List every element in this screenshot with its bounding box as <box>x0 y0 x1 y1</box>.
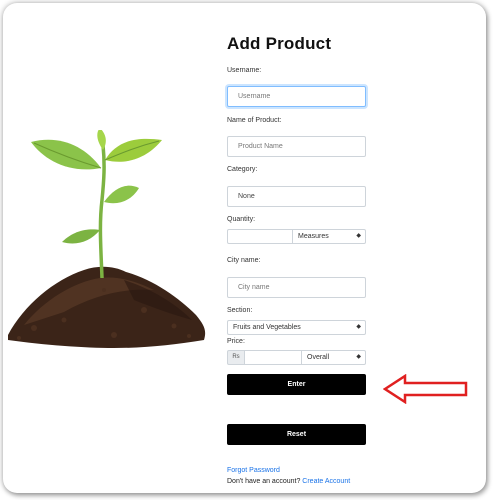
measures-select-value: Measures <box>298 233 329 240</box>
category-input[interactable]: None <box>227 186 366 207</box>
username-input[interactable]: Username <box>227 86 366 107</box>
username-label: Username: <box>227 67 262 74</box>
up-down-caret-icon: ◆ <box>356 354 361 360</box>
measures-select[interactable]: Measures ◆ <box>292 229 366 244</box>
quantity-label: Quantity: <box>227 216 256 223</box>
section-label: Section: <box>227 307 253 314</box>
create-account-link[interactable]: Create Account <box>302 478 350 485</box>
city-input[interactable]: City name <box>227 277 366 298</box>
up-down-caret-icon: ◆ <box>356 233 361 239</box>
plant-illustration <box>8 130 206 348</box>
reset-button[interactable]: Reset <box>227 424 366 445</box>
page-title: Add Product <box>227 34 332 53</box>
price-label: Price: <box>227 338 245 345</box>
product-name-input[interactable]: Product Name <box>227 136 366 157</box>
red-left-arrow-icon <box>383 374 468 404</box>
quantity-input[interactable] <box>227 229 293 244</box>
overall-select-value: Overall <box>307 354 330 361</box>
price-input[interactable] <box>244 350 302 365</box>
section-select-value: Fruits and Vegetables <box>233 324 301 331</box>
forgot-password-link[interactable]: Forgot Password <box>227 467 280 474</box>
city-label: City name: <box>227 257 261 264</box>
no-account-text: Don't have an account? <box>227 478 301 485</box>
enter-button[interactable]: Enter <box>227 374 366 395</box>
up-down-caret-icon: ◆ <box>356 324 361 330</box>
section-select[interactable]: Fruits and Vegetables ◆ <box>227 320 366 335</box>
category-label: Category: <box>227 166 258 173</box>
overall-select[interactable]: Overall ◆ <box>301 350 366 365</box>
product-name-label: Name of Product: <box>227 117 282 124</box>
signup-prompt: Don't have an account? Create Account <box>227 478 350 485</box>
price-currency-prefix: Rs <box>227 350 245 365</box>
